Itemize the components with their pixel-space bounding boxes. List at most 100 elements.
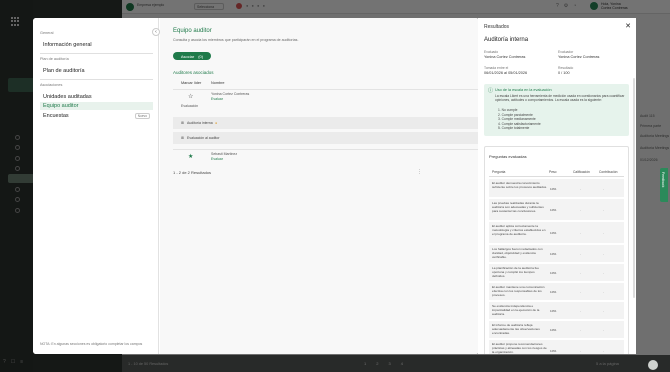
more-options-icon[interactable]: ⋮ — [417, 169, 422, 175]
question-weight: 10% — [550, 271, 557, 275]
close-icon[interactable]: ✕ — [625, 22, 631, 30]
scale-item: 3. Cumple medianamente — [498, 117, 536, 121]
question-score: - — [580, 328, 582, 332]
audit-team-content: Equipo auditor Consulta y asocia los mie… — [160, 18, 479, 354]
question-text: El informe de auditoría refleja adecuada… — [492, 323, 540, 335]
evaluation-name: Auditoría interna — [484, 37, 529, 43]
question-row: Las pruebas realizadas durante la audito… — [489, 199, 624, 221]
eval-group-internal[interactable]: ⊞ Auditoría interna ● — [173, 117, 479, 129]
nav-item-plan[interactable]: Plan de auditoría — [40, 67, 153, 75]
info-icon: ⓘ — [488, 88, 494, 94]
question-score: - — [580, 252, 582, 256]
page-subtitle: Consulta y asocia los miembros que parti… — [173, 38, 299, 42]
col-name: Nombre — [211, 81, 225, 85]
evaluated-questions-card: Preguntas evaluadas Pregunta Peso Califi… — [484, 146, 629, 354]
nav-group-associations: Asociaciones — [40, 83, 63, 87]
nav-group-plan: Plan de auditoría — [40, 57, 69, 61]
col-mark-lead: Marcar líder — [181, 81, 202, 85]
question-weight: 10% — [550, 328, 557, 332]
results-panel: Resultados ✕ Auditoría interna Evaluado … — [478, 18, 636, 354]
nav-item-surveys-label: Encuestas — [43, 113, 69, 119]
nav-item-surveys[interactable]: Encuestas Nuevo — [40, 112, 153, 120]
question-row: La planificación de la auditoría fue opo… — [489, 264, 624, 282]
collapse-sidebar-button[interactable]: ‹ — [152, 28, 160, 36]
question-text: Se evidencia independencia e imparcialid… — [492, 304, 540, 316]
nav-divider — [40, 79, 153, 80]
page-title: Equipo auditor — [173, 28, 212, 34]
question-text: Las pruebas realizadas durante la audito… — [492, 201, 544, 213]
nav-group-general: General — [40, 31, 54, 35]
question-text: Los hallazgos fueron redactados con clar… — [492, 247, 543, 259]
question-text: El auditor propone recomendaciones práct… — [492, 342, 547, 354]
eval-group-auditor[interactable]: ⊞ Evaluación al auditor — [173, 132, 479, 144]
eval-name: Evaluación al auditor — [187, 136, 220, 140]
question-score: - — [580, 271, 582, 275]
new-badge: Nuevo — [134, 113, 150, 119]
evaluated-label: Evaluado — [484, 50, 499, 54]
nav-item-audited-units[interactable]: Unidades auditadas — [40, 93, 153, 101]
question-contribution: - — [603, 328, 605, 332]
col-weight: Peso — [549, 170, 557, 174]
col-score: Calificación — [573, 170, 590, 174]
associate-button[interactable]: Asociar (0) — [173, 52, 211, 60]
nav-divider — [40, 53, 153, 54]
section-title: Auditores asociados — [173, 70, 214, 75]
result-label: Resultado — [558, 66, 574, 70]
question-weight: 10% — [550, 290, 557, 294]
question-weight: 10% — [550, 186, 557, 191]
scale-list: 1. No cumple 2. Cumple parcialmente 3. C… — [498, 108, 541, 131]
feedback-tab[interactable]: Feedback — [660, 168, 668, 202]
question-score: - — [580, 309, 582, 313]
question-row: Los hallazgos fueron redactados con clar… — [489, 245, 624, 263]
results-count: 1 - 2 de 2 Resultados — [173, 170, 212, 175]
question-weight: 10% — [550, 349, 557, 353]
question-row: Se evidencia independencia e imparcialid… — [489, 302, 624, 320]
panel-title: Resultados — [484, 24, 510, 30]
col-question: Pregunta — [492, 170, 506, 174]
star-outline-icon[interactable]: ☆ — [188, 93, 193, 100]
auditor-name: Yonina Cortez Contreras — [211, 92, 250, 96]
period-value: 06/01/2026 al 05/01/2026 — [484, 71, 528, 75]
question-text: La planificación de la auditoría fue opo… — [492, 266, 539, 278]
evaluate-link[interactable]: Evaluar — [211, 97, 223, 101]
floating-help-button[interactable] — [648, 360, 658, 370]
audit-settings-modal: General Información general Plan de audi… — [33, 18, 479, 354]
question-contribution: - — [603, 208, 605, 212]
scale-info-box: ⓘ Uso de la escala en la evaluación La e… — [484, 84, 629, 136]
eval-name: Auditoría interna — [187, 121, 213, 125]
question-score: - — [580, 208, 582, 212]
period-label: Tomada entre el — [484, 66, 509, 70]
question-text: El auditor demuestra conocimiento sufici… — [492, 181, 548, 189]
question-contribution: - — [603, 252, 605, 256]
nav-item-audit-team[interactable]: Equipo auditor — [40, 102, 153, 110]
question-row: El auditor propone recomendaciones práct… — [489, 340, 624, 354]
star-filled-icon[interactable]: ★ — [188, 153, 193, 160]
evaluator-value: Yonina Cortez Contreras — [558, 55, 600, 59]
evaluation-label: Evaluación — [181, 104, 199, 108]
auditor-name: Sebasti Martinez — [211, 152, 238, 156]
nav-item-general-info[interactable]: Información general — [40, 41, 153, 49]
col-contribution: Contribución — [599, 170, 618, 174]
associate-label: Asociar — [180, 53, 195, 59]
info-title: Uso de la escala en la evaluación — [495, 88, 552, 92]
question-contribution: - — [603, 290, 605, 294]
question-contribution: - — [603, 349, 605, 353]
question-weight: 10% — [550, 252, 557, 256]
eval-label-row: Evaluación — [173, 103, 479, 111]
question-row: El auditor mantiene una comunicación efe… — [489, 283, 624, 301]
grid-icon: ⊞ — [181, 136, 184, 140]
question-row: El auditor demuestra conocimiento sufici… — [489, 179, 624, 198]
evaluate-link[interactable]: Evaluar — [211, 157, 223, 161]
associate-count: (0) — [198, 53, 204, 59]
question-weight: 10% — [550, 208, 557, 212]
result-value: 0 / 100 — [558, 71, 570, 75]
question-contribution: - — [603, 231, 605, 235]
evaluator-label: Evaluador — [558, 50, 574, 54]
settings-sidebar: General Información general Plan de audi… — [33, 18, 159, 354]
table-header: Marcar líder Nombre — [173, 81, 479, 87]
grid-icon: ⊞ — [181, 121, 184, 125]
panel-scrollbar[interactable] — [633, 78, 635, 298]
table-row: ☆ Yonina Cortez Contreras Evaluar — [173, 89, 479, 101]
scale-item: 5. Cumple totalmente — [498, 126, 530, 130]
feedback-label: Feedback — [661, 172, 665, 188]
